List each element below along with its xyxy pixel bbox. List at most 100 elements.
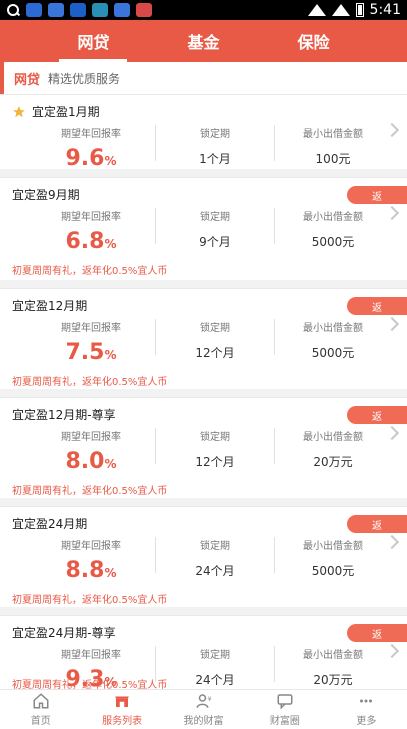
product-card[interactable]: 宜定盈24月期 返 期望年回报率 8.8% 锁定期 24个月 最小出借金额 50… [0, 506, 407, 607]
rate-value: 8.8 [65, 558, 105, 583]
min-value: 5000元 [311, 346, 355, 360]
rate-value: 7.5 [65, 340, 105, 365]
product-card[interactable]: 宜定盈24月期-尊享 返 期望年回报率 9.3% 锁定期 24个月 最小出借金额… [0, 615, 407, 692]
card-title: 宜定盈12月期-尊享 [12, 406, 116, 423]
metric-lock: 锁定期 12个月 [156, 317, 274, 361]
metric-min: 最小出借金额 5000元 [274, 535, 392, 579]
status-left [6, 3, 152, 17]
metric-rate: 期望年回报率 9.6% [32, 123, 150, 171]
nav-home[interactable]: 首页 [0, 690, 81, 729]
metric-rate-value: 7.5% [32, 340, 150, 365]
metric-rate: 期望年回报率 7.5% [32, 317, 150, 365]
card-title: 宜定盈24月期 [12, 515, 87, 532]
rebate-badge: 返 [347, 406, 407, 424]
metric-label: 期望年回报率 [61, 129, 121, 140]
metric-label: 锁定期 [200, 323, 230, 334]
metric-label: 最小出借金额 [303, 129, 363, 140]
badge-text: 返 [372, 520, 382, 532]
lock-value: 1个月 [199, 152, 231, 166]
home-icon [33, 693, 49, 709]
badge-text: 返 [372, 302, 382, 314]
section-title: 网贷 精选优质服务 [0, 62, 407, 94]
rate-value: 6.8 [65, 229, 105, 254]
nav-service-list[interactable]: 服务列表 [81, 690, 162, 729]
star-icon [13, 105, 25, 117]
chat-icon [277, 694, 293, 710]
nav-more[interactable]: 更多 [326, 690, 407, 729]
user-wealth-icon: ¥ [196, 694, 211, 708]
nav-label: 我的财富 [183, 716, 224, 727]
metric-min: 最小出借金额 5000元 [274, 206, 392, 250]
nav-wealth-circle[interactable]: 财富圈 [244, 690, 325, 729]
metric-rate-value: 8.8% [32, 558, 150, 583]
rebate-badge: 返 [347, 515, 407, 533]
tab-label: 基金 [187, 33, 220, 52]
tab-baoxian[interactable]: 保险 [286, 20, 342, 62]
card-title-text: 宜定盈1月期 [32, 105, 100, 119]
min-value: 20万元 [313, 455, 353, 469]
lock-value: 9个月 [199, 235, 231, 249]
card-metrics: 期望年回报率 9.6% 锁定期 1个月 最小出借金额 100元 [0, 123, 407, 171]
card-title-text: 宜定盈12月期 [12, 299, 88, 313]
card-separator [0, 169, 407, 177]
metric-rate: 期望年回报率 8.0% [32, 426, 150, 474]
product-card[interactable]: 宜定盈1月期 期望年回报率 9.6% 锁定期 1个月 最小出借金额 100元 [0, 94, 407, 171]
card-separator [0, 607, 407, 615]
product-card[interactable]: 宜定盈12月期-尊享 返 期望年回报率 8.0% 锁定期 12个月 最小出借金额… [0, 397, 407, 498]
app-icon-1 [26, 3, 42, 17]
metric-lock: 锁定期 12个月 [156, 426, 274, 470]
metric-lock: 锁定期 24个月 [156, 535, 274, 579]
rate-suffix: % [104, 237, 117, 251]
card-title: 宜定盈9月期 [12, 186, 80, 203]
status-right: 5:41 [307, 2, 401, 18]
section-subtitle: 精选优质服务 [48, 71, 121, 86]
app-icon-4 [92, 3, 108, 17]
min-value: 5000元 [311, 235, 355, 249]
metric-label: 锁定期 [200, 650, 230, 661]
metric-label: 锁定期 [200, 432, 230, 443]
badge-text: 返 [372, 191, 382, 203]
card-title-text: 宜定盈24月期-尊享 [12, 626, 116, 640]
app-icon-5 [114, 3, 130, 17]
metric-min: 最小出借金额 20万元 [274, 644, 392, 688]
card-title-text: 宜定盈24月期 [12, 517, 88, 531]
nav-my-wealth[interactable]: ¥ 我的财富 [163, 690, 244, 729]
card-metrics: 期望年回报率 8.8% 锁定期 24个月 最小出借金额 5000元 [0, 535, 407, 583]
tab-wangdai[interactable]: 网贷 [59, 20, 128, 62]
metric-label: 最小出借金额 [303, 212, 363, 223]
bottom-nav: 首页 服务列表 ¥ 我的财富 财富圈 更多 [0, 689, 407, 729]
metric-label: 最小出借金额 [303, 650, 363, 661]
metric-label: 最小出借金额 [303, 323, 363, 334]
card-separator [0, 280, 407, 288]
promo-text: 初夏周周有礼，返年化0.5%宜人币 [12, 266, 168, 277]
card-separator [0, 498, 407, 506]
battery-icon [355, 3, 364, 17]
metric-min: 最小出借金额 5000元 [274, 317, 392, 361]
metric-label: 锁定期 [200, 541, 230, 552]
metric-lock: 锁定期 24个月 [156, 644, 274, 688]
status-time: 5:41 [369, 2, 401, 18]
tab-jijin[interactable]: 基金 [175, 20, 231, 62]
metric-label: 期望年回报率 [61, 541, 121, 552]
svg-text:¥: ¥ [207, 696, 211, 703]
more-icon [360, 699, 373, 703]
metric-lock: 锁定期 9个月 [156, 206, 274, 250]
tab-label: 保险 [297, 33, 330, 52]
min-value: 20万元 [313, 673, 353, 687]
metric-label: 期望年回报率 [61, 432, 121, 443]
product-card[interactable]: 宜定盈12月期 返 期望年回报率 7.5% 锁定期 12个月 最小出借金额 50… [0, 288, 407, 389]
card-title-text: 宜定盈12月期-尊享 [12, 408, 116, 422]
section-lead: 网贷 [14, 72, 41, 88]
nav-label: 财富圈 [269, 716, 300, 727]
metric-rate-value: 8.0% [32, 449, 150, 474]
metric-label: 最小出借金额 [303, 541, 363, 552]
nav-label: 服务列表 [102, 716, 143, 727]
signal-icon [331, 4, 350, 16]
card-title-text: 宜定盈9月期 [12, 188, 80, 202]
card-metrics: 期望年回报率 6.8% 锁定期 9个月 最小出借金额 5000元 [0, 206, 407, 254]
rate-suffix: % [104, 348, 117, 362]
rebate-badge: 返 [347, 186, 407, 204]
product-card[interactable]: 宜定盈9月期 返 期望年回报率 6.8% 锁定期 9个月 最小出借金额 5000… [0, 177, 407, 280]
product-list: 宜定盈1月期 期望年回报率 9.6% 锁定期 1个月 最小出借金额 100元 宜… [0, 94, 407, 692]
top-tabs: 网贷 基金 保险 [0, 20, 407, 62]
